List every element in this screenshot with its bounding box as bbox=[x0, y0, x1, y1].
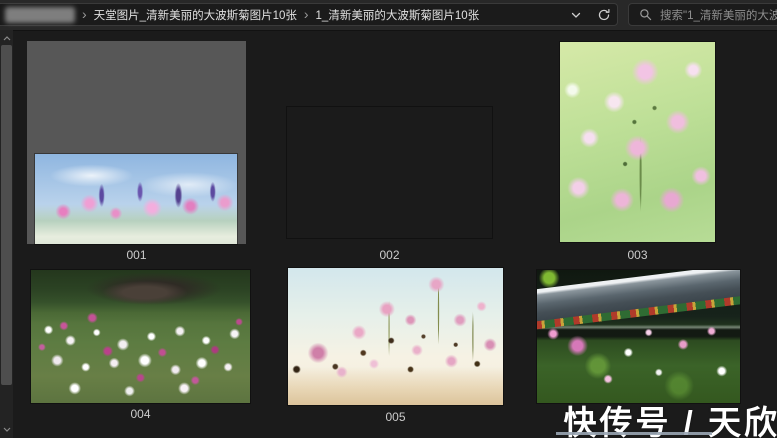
breadcrumb-current-folder[interactable]: 1_清新美丽的大波斯菊图片10张 bbox=[316, 7, 480, 23]
watermark-underline bbox=[556, 432, 712, 435]
refresh-button[interactable] bbox=[594, 5, 614, 25]
breadcrumb-separator-icon: › bbox=[82, 7, 87, 21]
breadcrumb-separator-icon: › bbox=[304, 7, 309, 21]
search-box[interactable]: 搜索"1_清新美丽的大波斯菊 bbox=[628, 3, 777, 26]
chevron-down-icon bbox=[570, 9, 582, 21]
breadcrumb-parent-folder[interactable]: 天堂图片_清新美丽的大波斯菊图片10张 bbox=[94, 7, 297, 23]
file-label: 003 bbox=[560, 248, 715, 262]
thumbnail-004[interactable] bbox=[31, 270, 250, 403]
search-icon bbox=[639, 8, 652, 21]
file-label: 001 bbox=[27, 248, 246, 262]
scroll-up-icon[interactable] bbox=[0, 33, 13, 43]
scrollbar-thumb[interactable] bbox=[1, 45, 12, 385]
file-label: 004 bbox=[31, 407, 250, 421]
file-label: 002 bbox=[287, 248, 492, 262]
scroll-down-icon[interactable] bbox=[0, 424, 13, 434]
thumbnail-006[interactable] bbox=[537, 270, 740, 403]
vertical-scrollbar[interactable] bbox=[0, 30, 13, 438]
thumbnail-002[interactable] bbox=[287, 107, 492, 238]
search-placeholder: 搜索"1_清新美丽的大波斯菊 bbox=[660, 7, 777, 23]
toolbar: › 天堂图片_清新美丽的大波斯菊图片10张 › 1_清新美丽的大波斯菊图片10张… bbox=[0, 0, 777, 31]
explorer-window: › 天堂图片_清新美丽的大波斯菊图片10张 › 1_清新美丽的大波斯菊图片10张… bbox=[0, 0, 777, 438]
redacted-breadcrumb-segment[interactable] bbox=[5, 7, 75, 23]
thumbnail-003[interactable] bbox=[560, 42, 715, 242]
thumbnail-005[interactable] bbox=[288, 268, 503, 405]
address-bar[interactable]: › 天堂图片_清新美丽的大波斯菊图片10张 › 1_清新美丽的大波斯菊图片10张 bbox=[0, 3, 618, 26]
file-label: 005 bbox=[288, 410, 503, 424]
thumbnail-001[interactable] bbox=[35, 154, 237, 244]
refresh-icon bbox=[597, 8, 611, 22]
address-dropdown-button[interactable] bbox=[566, 5, 586, 25]
